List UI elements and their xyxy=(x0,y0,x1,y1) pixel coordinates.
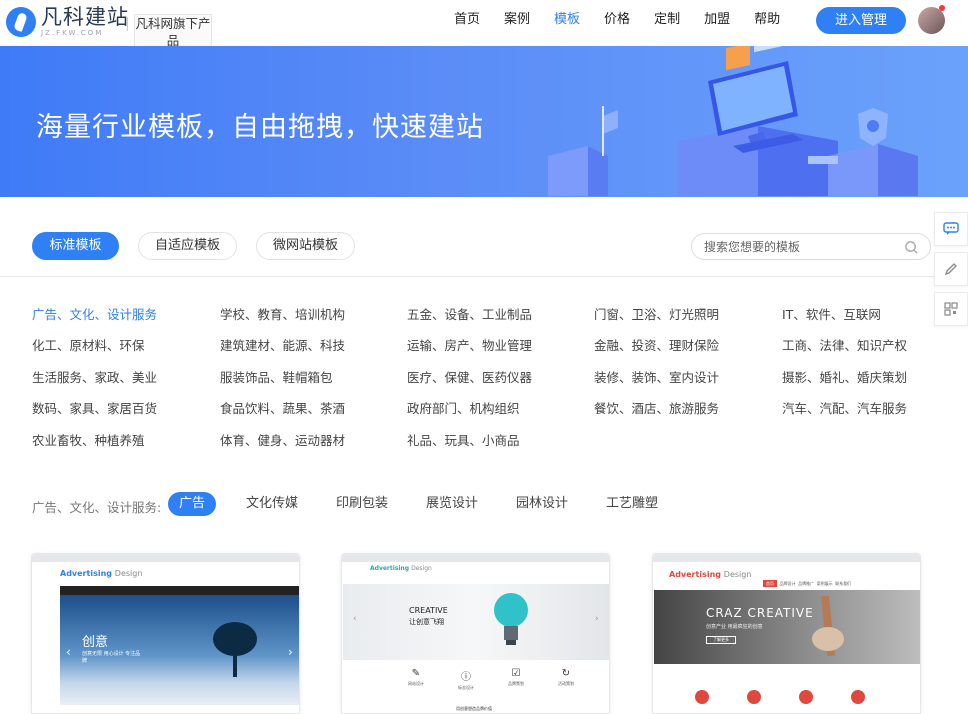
logo-domain: JZ.FKW.COM xyxy=(41,29,104,37)
card-nav: 首页最新设计作品展示关于我们联系我们 xyxy=(60,586,299,604)
category-link[interactable]: 体育、健身、运动器材 xyxy=(220,433,345,449)
category-link[interactable]: 食品饮料、蔬果、茶酒 xyxy=(220,401,345,417)
service-icon xyxy=(851,690,865,704)
enter-admin-button[interactable]: 进入管理 xyxy=(816,7,906,34)
subcategory-label: 广告、文化、设计服务: xyxy=(32,500,162,515)
category-link[interactable]: 政府部门、机构组织 xyxy=(407,401,520,417)
category-link[interactable]: 生活服务、家政、美业 xyxy=(32,370,157,386)
card-hero-image: CREATIVE 让创意飞翔 ‹ › xyxy=(343,584,609,660)
edit-button[interactable] xyxy=(934,252,968,286)
category-link[interactable]: 摄影、婚礼、婚庆策划 xyxy=(782,370,907,386)
card-browser-bar xyxy=(32,554,299,562)
pencil-icon xyxy=(944,263,957,276)
category-link[interactable]: 农业畜牧、种植养殖 xyxy=(32,433,145,449)
card-brand: Advertising Design xyxy=(60,569,143,578)
logo-divider xyxy=(127,17,128,31)
nav-item[interactable]: 价格 xyxy=(592,10,642,30)
card-footer-text: 用创意塑造品牌价值 xyxy=(456,706,492,711)
main-nav: 首页 案例 模板 价格 定制 加盟 帮助 xyxy=(442,10,792,30)
card-feature-icons: ✎ 网站设计 ⓘ 标志设计 ☑ 品牌策划 ↻ 活动策划 xyxy=(402,668,580,691)
chevron-right-icon: › xyxy=(288,645,293,659)
subcategory-item[interactable]: 工艺雕塑 xyxy=(594,492,670,516)
subcategory-item[interactable]: 印刷包装 xyxy=(324,492,400,516)
side-toolbar xyxy=(934,212,968,332)
nav-item[interactable]: 模板 xyxy=(542,10,592,30)
chevron-left-icon: ‹ xyxy=(353,614,357,624)
user-avatar[interactable] xyxy=(918,7,945,34)
template-search-box xyxy=(691,233,931,260)
category-link[interactable]: 医疗、保健、医药仪器 xyxy=(407,370,532,386)
banner-illustration xyxy=(548,46,918,196)
tab-standard-templates[interactable]: 标准模板 xyxy=(32,232,119,260)
category-link[interactable]: 汽车、汽配、汽车服务 xyxy=(782,401,907,417)
category-link[interactable]: 数码、家具、家居百货 xyxy=(32,401,157,417)
nav-item[interactable]: 定制 xyxy=(642,10,692,30)
chat-button[interactable] xyxy=(934,212,968,246)
chat-icon xyxy=(943,222,959,235)
tab-responsive-templates[interactable]: 自适应模板 xyxy=(138,232,237,260)
category-link[interactable]: 工商、法律、知识产权 xyxy=(782,338,907,354)
tab-micro-site-templates[interactable]: 微网站模板 xyxy=(256,232,355,260)
category-link[interactable]: 广告、文化、设计服务 xyxy=(32,307,157,323)
subcategory-item[interactable]: 广告 xyxy=(168,492,216,516)
feature-icon: ☑ 品牌策划 xyxy=(508,668,524,686)
notification-dot xyxy=(939,5,945,11)
card-brand: Advertising Design xyxy=(669,570,752,579)
template-search-input[interactable] xyxy=(704,238,894,256)
subcategory-item[interactable]: 文化传媒 xyxy=(234,492,310,516)
category-link[interactable]: 化工、原材料、环保 xyxy=(32,338,145,354)
nav-item[interactable]: 案例 xyxy=(492,10,542,30)
feature-icon: ⓘ 标志设计 xyxy=(458,672,474,690)
top-header: 凡科建站 JZ.FKW.COM 凡科网旗下产品 首页 案例 模板 价格 定制 加盟 帮助 进… xyxy=(0,0,968,50)
light-bulb-image xyxy=(494,593,528,645)
category-link[interactable]: 装修、装饰、室内设计 xyxy=(594,370,719,386)
nav-item[interactable]: 帮助 xyxy=(742,10,792,30)
template-card-2[interactable]: Advertising Design CREATIVE 让创意飞翔 ‹ › ✎ 网… xyxy=(341,553,610,714)
card-browser-bar xyxy=(653,554,920,562)
category-link[interactable]: 服装饰品、鞋帽箱包 xyxy=(220,370,333,386)
card-hero-image: CRAZ CREATIVE 创意产业 用最疯狂的创意 了解更多 xyxy=(654,590,920,664)
card-browser-bar xyxy=(342,554,609,562)
sub-brand-label: 凡科网旗下产品 xyxy=(134,14,212,50)
service-icon xyxy=(695,690,709,704)
logo-icon xyxy=(6,6,36,37)
feature-icon: ↻ 活动策划 xyxy=(558,668,574,686)
category-link[interactable]: 学校、教育、培训机构 xyxy=(220,307,345,323)
section-divider xyxy=(0,276,968,277)
site-logo[interactable]: 凡科建站 JZ.FKW.COM xyxy=(6,6,129,37)
nav-item[interactable]: 首页 xyxy=(442,10,492,30)
hero-banner: 海量行业模板，自由拖拽，快速建站 xyxy=(0,46,968,197)
banner-title: 海量行业模板，自由拖拽，快速建站 xyxy=(36,112,484,143)
category-link[interactable]: 门窗、卫浴、灯光照明 xyxy=(594,307,719,323)
nav-item[interactable]: 加盟 xyxy=(692,10,742,30)
category-link[interactable]: 礼品、玩具、小商品 xyxy=(407,433,520,449)
category-link[interactable]: 餐饮、酒店、旅游服务 xyxy=(594,401,719,417)
card-service-icons xyxy=(695,690,865,704)
template-card-3[interactable]: Advertising Design 首页 品牌设计 品牌推广 案例展示 联系我… xyxy=(652,553,921,714)
category-link[interactable]: 建筑建材、能源、科技 xyxy=(220,338,345,354)
qr-code-button[interactable] xyxy=(934,292,968,326)
card-nav: 首页 品牌设计 品牌推广 案例展示 联系我们 xyxy=(763,580,851,587)
search-icon[interactable] xyxy=(904,240,919,255)
service-icon xyxy=(747,690,761,704)
qr-code-icon xyxy=(944,302,958,316)
chevron-left-icon: ‹ xyxy=(66,645,71,659)
feature-icon: ✎ 网站设计 xyxy=(408,668,424,686)
tree-image xyxy=(213,622,257,677)
service-icon xyxy=(799,690,813,704)
pencil-hand-image xyxy=(812,595,844,657)
category-link[interactable]: IT、软件、互联网 xyxy=(782,307,881,323)
chevron-right-icon: › xyxy=(595,614,599,624)
category-link[interactable]: 金融、投资、理财保险 xyxy=(594,338,719,354)
template-card-1[interactable]: Advertising Design 首页最新设计作品展示关于我们联系我们 创意… xyxy=(31,553,300,714)
card-hero-image: 创意 创意无限 用心设计 专注品牌 ‹ › xyxy=(60,595,299,705)
subcategory-item[interactable]: 展览设计 xyxy=(414,492,490,516)
card-brand: Advertising Design xyxy=(370,565,432,572)
logo-title: 凡科建站 xyxy=(41,5,129,29)
category-link[interactable]: 运输、房产、物业管理 xyxy=(407,338,532,354)
subcategory-item[interactable]: 园林设计 xyxy=(504,492,580,516)
category-link[interactable]: 五金、设备、工业制品 xyxy=(407,307,532,323)
